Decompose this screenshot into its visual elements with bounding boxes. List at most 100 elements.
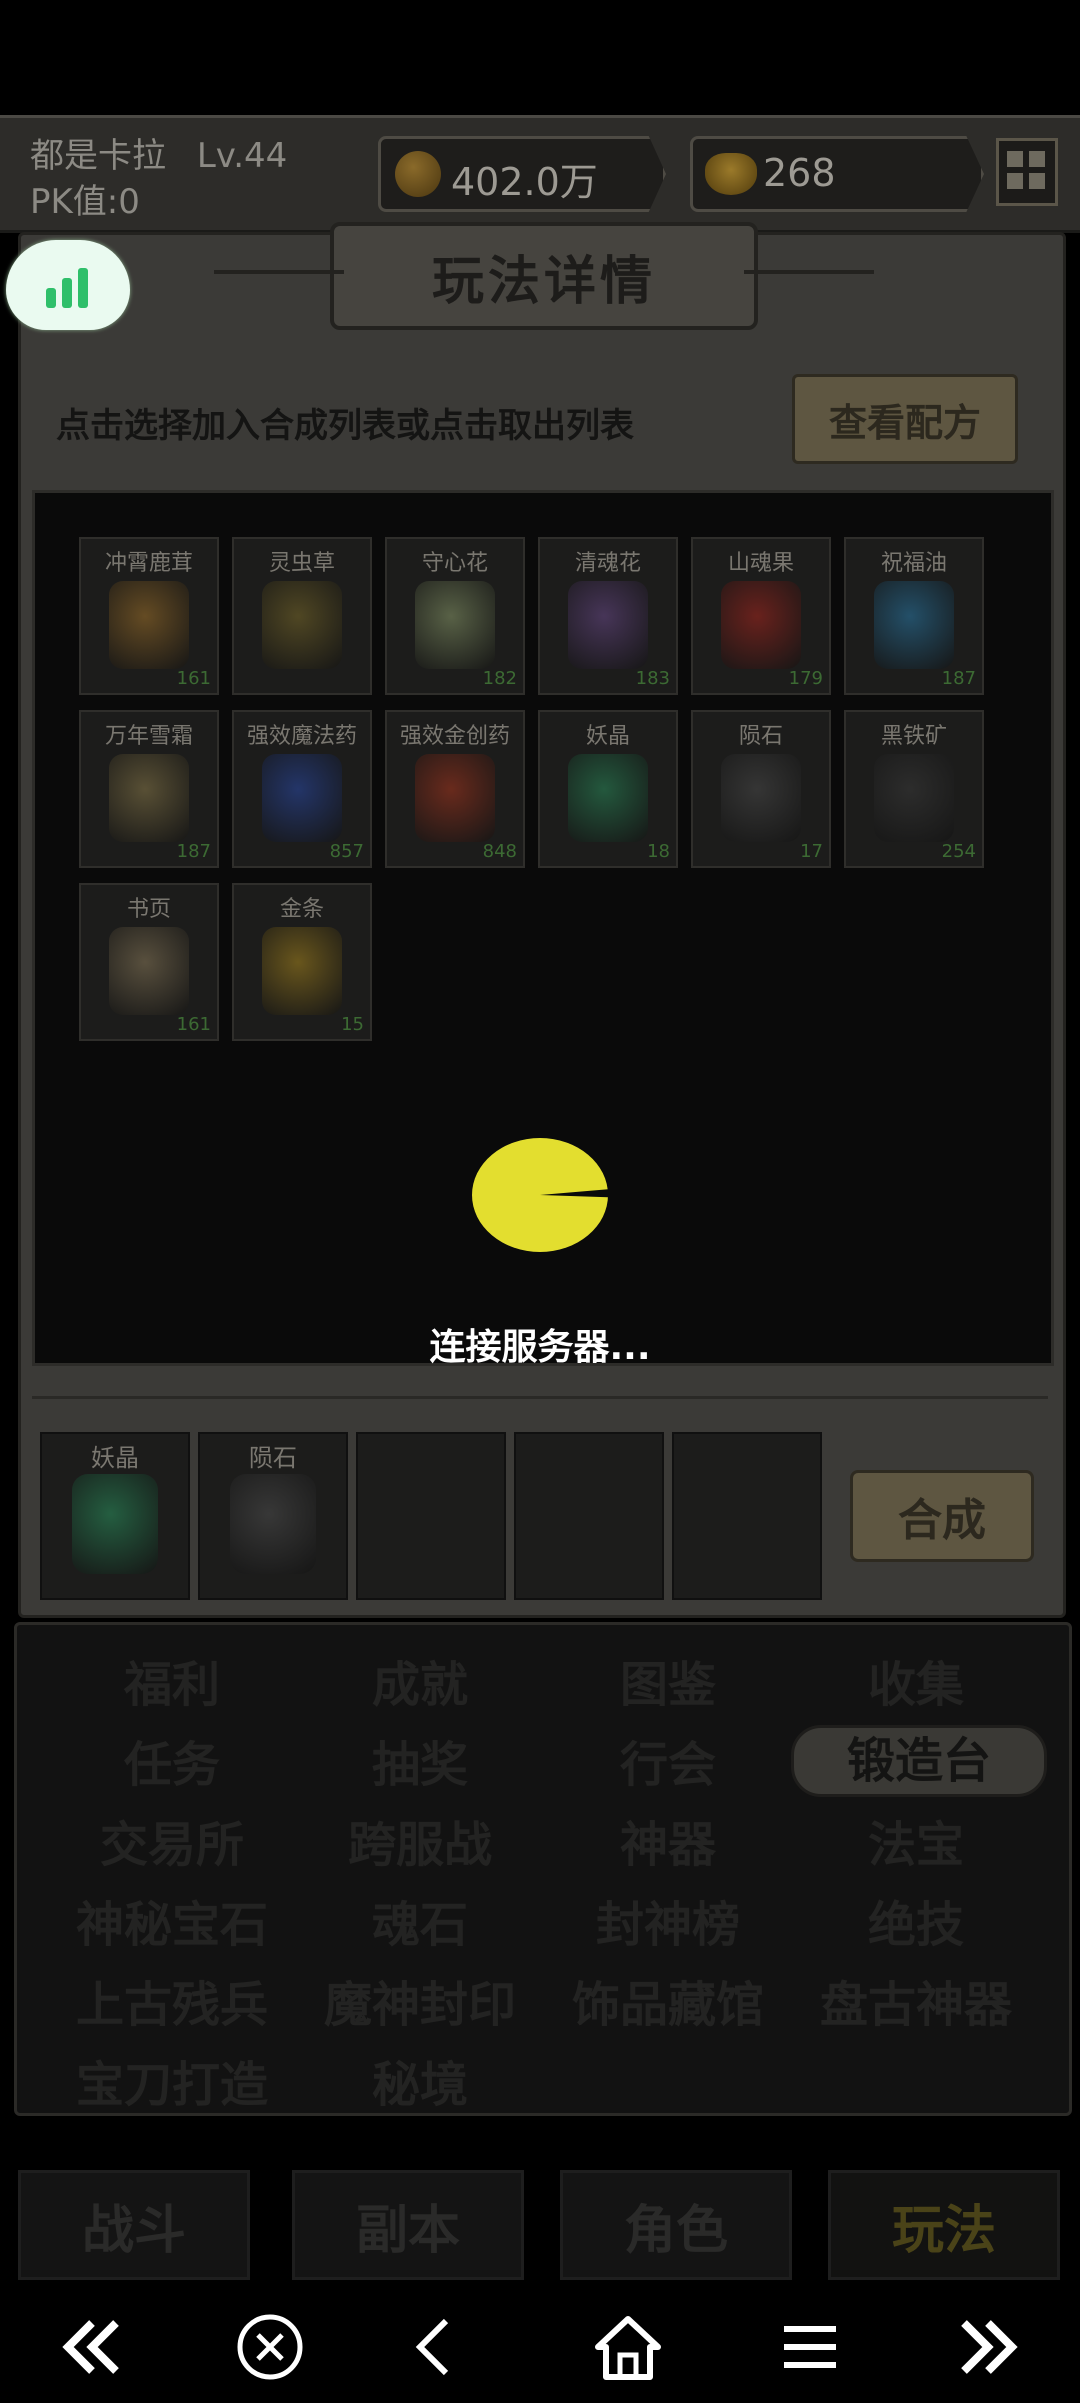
item-icon xyxy=(262,754,342,842)
synthesize-button[interactable]: 合成 xyxy=(850,1470,1034,1562)
menu-item[interactable]: 盘古神器 xyxy=(791,1965,1041,2035)
inventory-slot[interactable]: 清魂花 183 xyxy=(538,537,678,695)
inventory-slot[interactable]: 强效魔法药 857 xyxy=(232,710,372,868)
inventory-slot[interactable]: 灵虫草 xyxy=(232,537,372,695)
gold-ingot-icon xyxy=(705,153,757,195)
panel-title: 玩法详情 xyxy=(214,222,874,330)
craft-slot[interactable]: 陨石 xyxy=(198,1432,348,1600)
inventory-slot[interactable]: 黑铁矿 254 xyxy=(844,710,984,868)
item-count: 161 xyxy=(176,1014,211,1035)
menu-item[interactable]: 绝技 xyxy=(791,1885,1041,1955)
item-count: 187 xyxy=(176,841,211,862)
inventory-slot[interactable]: 妖晶 18 xyxy=(538,710,678,868)
item-count: 15 xyxy=(341,1014,364,1035)
craft-slot[interactable]: 妖晶 xyxy=(40,1432,190,1600)
pk-value: PK值:0 xyxy=(30,182,140,222)
home-icon[interactable] xyxy=(588,2307,668,2387)
item-name: 清魂花 xyxy=(574,551,641,576)
menu-item[interactable]: 抽奖 xyxy=(295,1725,545,1795)
double-chevron-left-icon[interactable] xyxy=(52,2307,132,2387)
back-chevron-icon[interactable] xyxy=(396,2307,476,2387)
bottom-tab[interactable]: 玩法 xyxy=(828,2170,1060,2280)
item-name: 守心花 xyxy=(421,551,488,576)
craft-slot[interactable] xyxy=(356,1432,506,1600)
menu-item[interactable]: 魔神封印 xyxy=(295,1965,545,2035)
item-name: 冲霄鹿茸 xyxy=(104,551,193,576)
player-name: 都是卡拉 xyxy=(30,136,166,176)
player-name-level[interactable]: 都是卡拉 Lv.44 xyxy=(30,128,287,177)
craft-slot[interactable] xyxy=(672,1432,822,1600)
menu-item[interactable]: 收集 xyxy=(791,1645,1041,1715)
menu-item[interactable]: 魂石 xyxy=(295,1885,545,1955)
item-count: 18 xyxy=(647,841,670,862)
cloud-signal-icon[interactable] xyxy=(6,240,130,330)
inventory-slot[interactable]: 书页 161 xyxy=(79,883,219,1041)
item-count: 17 xyxy=(800,841,823,862)
inventory-slot[interactable]: 冲霄鹿茸 161 xyxy=(79,537,219,695)
menu-item[interactable]: 任务 xyxy=(47,1725,297,1795)
menu-item[interactable]: 福利 xyxy=(47,1645,297,1715)
inventory-slot[interactable]: 万年雪霜 187 xyxy=(79,710,219,868)
bottom-tab[interactable]: 战斗 xyxy=(18,2170,250,2280)
item-icon xyxy=(262,581,342,669)
double-chevron-right-icon[interactable] xyxy=(948,2307,1028,2387)
menu-item[interactable]: 图鉴 xyxy=(543,1645,793,1715)
item-icon xyxy=(415,581,495,669)
bottom-tab[interactable]: 副本 xyxy=(292,2170,524,2280)
ingot-counter[interactable]: 268 xyxy=(690,136,984,212)
item-name: 强效魔法药 xyxy=(246,724,357,749)
menu-item[interactable]: 宝刀打造 xyxy=(47,2045,297,2115)
menu-item[interactable]: 跨服战 xyxy=(295,1805,545,1875)
item-icon xyxy=(721,754,801,842)
menu-item[interactable]: 交易所 xyxy=(47,1805,297,1875)
item-count: 848 xyxy=(482,841,517,862)
inventory-slot[interactable]: 守心花 182 xyxy=(385,537,525,695)
menu-item[interactable]: 秘境 xyxy=(295,2045,545,2115)
item-icon xyxy=(109,927,189,1015)
item-count: 254 xyxy=(941,841,976,862)
item-count: 857 xyxy=(329,841,364,862)
item-icon xyxy=(874,581,954,669)
craft-slot[interactable] xyxy=(514,1432,664,1600)
menu-icon[interactable] xyxy=(770,2307,850,2387)
item-name: 黑铁矿 xyxy=(880,724,947,749)
craft-item-icon xyxy=(72,1474,158,1574)
coin-value: 402.0万 xyxy=(451,160,598,204)
menu-item[interactable]: 神秘宝石 xyxy=(47,1885,297,1955)
item-icon xyxy=(415,754,495,842)
ingot-value: 268 xyxy=(763,151,836,195)
menu-item[interactable]: 神器 xyxy=(543,1805,793,1875)
item-icon xyxy=(721,581,801,669)
item-icon xyxy=(568,754,648,842)
menu-item[interactable]: 法宝 xyxy=(791,1805,1041,1875)
menu-item[interactable]: 饰品藏馆 xyxy=(543,1965,793,2035)
item-count: 183 xyxy=(635,668,670,689)
view-recipe-button[interactable]: 查看配方 xyxy=(792,374,1018,464)
craft-item-icon xyxy=(230,1474,316,1574)
item-icon xyxy=(262,927,342,1015)
feature-menu: 福利 成就 图鉴 收集任务 抽奖 行会 锻造台交易所 跨服战 神器 法宝神秘宝石 魂石 封神榜 绝技上古… xyxy=(14,1622,1072,2116)
inventory-slot[interactable]: 强效金创药 848 xyxy=(385,710,525,868)
inventory-slot[interactable]: 金条 15 xyxy=(232,883,372,1041)
menu-item[interactable]: 行会 xyxy=(543,1725,793,1795)
coin-counter[interactable]: 402.0万 xyxy=(378,136,666,212)
item-name: 陨石 xyxy=(738,724,783,749)
inventory-slot[interactable]: 山魂果 179 xyxy=(691,537,831,695)
coin-icon xyxy=(395,151,441,197)
menu-item[interactable]: 成就 xyxy=(295,1645,545,1715)
inventory-slot[interactable]: 祝福油 187 xyxy=(844,537,984,695)
item-icon xyxy=(109,581,189,669)
close-circle-icon[interactable] xyxy=(230,2307,310,2387)
menu-item[interactable]: 上古残兵 xyxy=(47,1965,297,2035)
item-count: 161 xyxy=(176,668,211,689)
menu-item[interactable]: 封神榜 xyxy=(543,1885,793,1955)
item-name: 书页 xyxy=(126,897,171,922)
grid-icon-cell xyxy=(1007,173,1023,189)
item-name: 金条 xyxy=(279,897,324,922)
instruction-text: 点击选择加入合成列表或点击取出列表 xyxy=(56,406,634,446)
grid-menu-button[interactable] xyxy=(996,138,1058,206)
inventory-slot[interactable]: 陨石 17 xyxy=(691,710,831,868)
bottom-tab[interactable]: 角色 xyxy=(560,2170,792,2280)
menu-item[interactable]: 锻造台 xyxy=(791,1725,1047,1797)
item-name: 山魂果 xyxy=(727,551,794,576)
